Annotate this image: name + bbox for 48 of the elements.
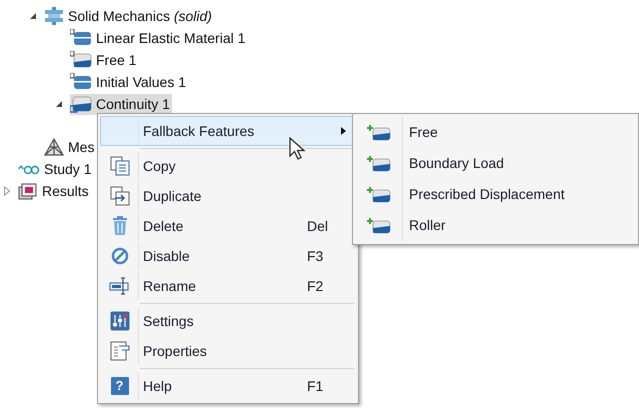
menu-item[interactable]: Copy (100, 151, 356, 181)
tree-item[interactable]: Linear Elastic Material 1 (70, 28, 248, 48)
trash-icon (112, 216, 128, 236)
menu-item[interactable]: Settings (100, 306, 356, 336)
menu-item[interactable]: Roller (355, 210, 636, 241)
copy-icon (110, 156, 130, 176)
menu-item[interactable]: Prescribed Displacement (355, 179, 636, 210)
tree-item[interactable]: Solid Mechanics (solid) (44, 6, 214, 26)
boundary-feature-icon (70, 51, 92, 69)
shortcut-label: F3 (307, 246, 324, 266)
shortcut-label: F2 (307, 276, 324, 296)
menu-item[interactable]: Boundary Load (355, 148, 636, 179)
mouse-pointer-icon (289, 137, 306, 161)
menu-item[interactable]: Rename F2 (100, 271, 356, 301)
menu-item[interactable]: ? Help F1 (100, 371, 356, 401)
help-icon: ? (110, 377, 128, 395)
domain-feature-icon (70, 29, 92, 47)
mesh-icon (44, 138, 64, 156)
duplicate-icon (110, 186, 130, 206)
add-boundary-feature-icon (366, 218, 390, 234)
tree-item[interactable]: Mes (44, 136, 96, 158)
rename-icon (108, 277, 130, 295)
tree-item[interactable]: Continuity 1 (70, 94, 172, 114)
menu-item[interactable]: Properties (100, 336, 356, 366)
add-boundary-feature-icon (366, 124, 390, 140)
tree-item[interactable]: Free 1 (70, 50, 138, 70)
menu-item[interactable]: Delete Del (100, 211, 356, 241)
disable-icon (110, 247, 128, 265)
menu-item[interactable]: Free (355, 117, 636, 148)
shortcut-label: F1 (307, 376, 324, 396)
tree-item[interactable]: Study 1 (18, 158, 94, 180)
pair-feature-icon (70, 95, 92, 113)
expanded-triangle-icon[interactable] (55, 100, 63, 108)
settings-icon (110, 311, 130, 331)
properties-icon (110, 341, 130, 361)
shortcut-label: Del (307, 216, 330, 236)
domain-feature-icon (70, 73, 92, 91)
results-icon (18, 182, 38, 200)
tree-item[interactable]: Initial Values 1 (70, 72, 188, 92)
add-boundary-feature-icon (366, 156, 390, 172)
physics-icon (44, 7, 64, 25)
add-boundary-feature-icon (366, 186, 390, 202)
expanded-triangle-icon[interactable] (29, 12, 37, 20)
collapsed-triangle-icon[interactable] (3, 186, 11, 196)
menu-item[interactable]: Duplicate (100, 181, 356, 211)
submenu-arrow-icon (341, 127, 346, 135)
tree-item[interactable]: Results (18, 180, 91, 202)
menu-item[interactable]: Disable F3 (100, 241, 356, 271)
